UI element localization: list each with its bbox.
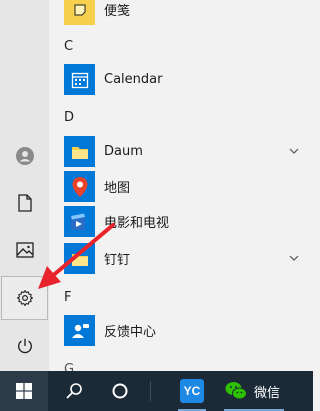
yc-app-icon: YC	[180, 379, 204, 403]
search-icon	[66, 383, 82, 399]
yc-app-icon-text: YC	[183, 384, 201, 398]
search-button[interactable]	[52, 371, 96, 411]
taskbar: YC 微信	[0, 371, 313, 411]
start-menu: 便笺 C Calendar D Daum 地图 电影和电视 钉钉 F 反馈中心 …	[0, 0, 313, 377]
cortana-button[interactable]	[98, 371, 142, 411]
windows-logo-icon	[16, 383, 32, 399]
cortana-circle-icon	[112, 383, 128, 399]
red-arrow-annotation	[38, 223, 115, 289]
start-button[interactable]	[0, 371, 48, 411]
taskbar-separator	[150, 381, 151, 401]
yc-app-button[interactable]: YC	[172, 371, 212, 411]
wechat-label: 微信	[254, 385, 281, 401]
wechat-icon	[225, 382, 247, 400]
wechat-button[interactable]: 微信	[218, 371, 296, 411]
